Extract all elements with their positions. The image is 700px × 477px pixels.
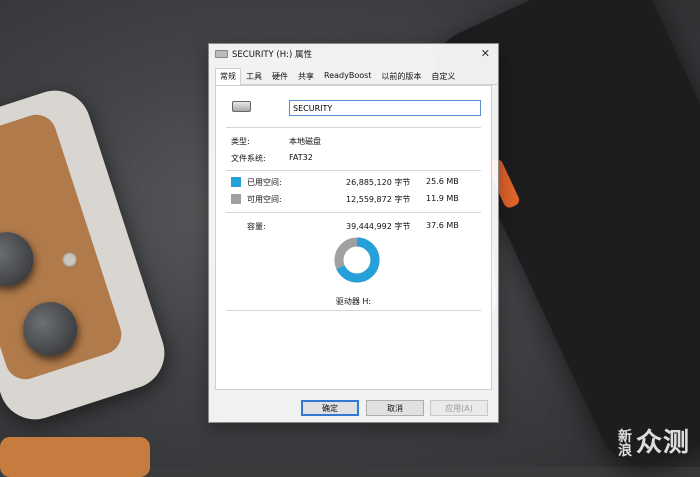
tab-sharing[interactable]: 共享 [293, 68, 319, 84]
drive-name-input[interactable] [289, 100, 481, 116]
usb-drive-icon [232, 101, 251, 112]
cancel-button[interactable]: 取消 [366, 400, 424, 416]
used-space-bytes: 26,885,120 字节 [346, 178, 411, 187]
properties-dialog: SECURITY (H:) 属性 ✕ 常规 工具 硬件 共享 ReadyBoos… [208, 43, 499, 423]
tab-readyboost[interactable]: ReadyBoost [319, 68, 376, 84]
tab-hardware[interactable]: 硬件 [267, 68, 293, 84]
free-space-size: 11.9 MB [426, 194, 459, 203]
capacity-bytes: 39,444,992 字节 [346, 222, 411, 231]
drive-icon [215, 50, 228, 58]
general-panel: 类型: 本地磁盘 文件系统: FAT32 已用空间: 26,885,120 字节… [215, 85, 492, 390]
close-button[interactable]: ✕ [481, 47, 490, 60]
window-title: SECURITY (H:) 属性 [232, 50, 313, 60]
divider [226, 310, 481, 311]
tab-general[interactable]: 常规 [215, 68, 241, 85]
tab-customize[interactable]: 自定义 [426, 68, 460, 84]
drive-letter-label: 驱动器 H: [335, 297, 372, 306]
type-label: 类型: [231, 137, 250, 146]
filesystem-label: 文件系统: [231, 154, 266, 163]
background-wood-bottom [0, 437, 150, 477]
capacity-label: 容量: [247, 222, 266, 231]
used-space-size: 25.6 MB [426, 177, 459, 186]
ok-button[interactable]: 确定 [301, 400, 359, 416]
tab-tools[interactable]: 工具 [241, 68, 267, 84]
title-bar[interactable]: SECURITY (H:) 属性 ✕ [209, 44, 498, 64]
divider [226, 127, 481, 128]
apply-button[interactable]: 应用(A) [430, 400, 488, 416]
watermark-small-text: 新浪 [617, 428, 633, 459]
free-space-label: 可用空间: [247, 195, 282, 204]
divider [226, 170, 481, 171]
free-space-bytes: 12,559,872 字节 [346, 195, 411, 204]
watermark-logo: 新浪 众测 [618, 422, 690, 459]
watermark-big-text: 众测 [635, 428, 690, 458]
divider [226, 212, 481, 213]
usage-donut-chart [333, 236, 381, 284]
filesystem-value: FAT32 [289, 153, 313, 162]
free-space-swatch [231, 194, 241, 204]
tab-previous-versions[interactable]: 以前的版本 [376, 68, 426, 84]
type-value: 本地磁盘 [289, 137, 321, 146]
tab-bar: 常规 工具 硬件 共享 ReadyBoost 以前的版本 自定义 [215, 68, 498, 85]
capacity-size: 37.6 MB [426, 221, 459, 230]
used-space-label: 已用空间: [247, 178, 282, 187]
used-space-swatch [231, 177, 241, 187]
